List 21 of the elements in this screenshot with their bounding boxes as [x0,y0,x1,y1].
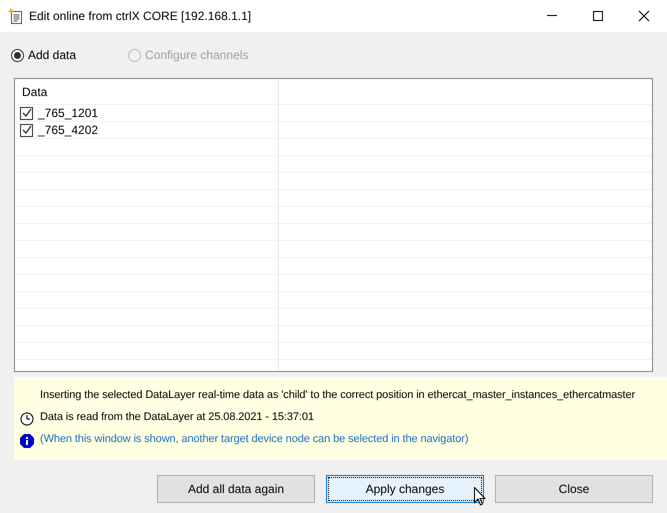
mouse-cursor-icon [474,487,486,506]
radio-label: Configure channels [145,47,248,64]
message-text: Inserting the selected DataLayer real-time data as 'child' to the correct position in ethercat_master_instances_ethercatmaster [40,388,636,404]
clock-icon [20,410,34,424]
info-icon [20,432,34,446]
checkbox[interactable] [20,106,33,120]
window-title: Edit online from ctrlX CORE [192.168.1.1] [29,8,252,25]
message-text: (When this window is shown, another target device node can be selected in the navigator) [40,432,468,448]
radio-label: Add data [28,47,76,64]
message-text: Data is read from the DataLayer at 25.08.2021 - 15:37:01 [40,410,314,426]
dialog-button[interactable]: Apply changes [326,475,484,503]
maximize-icon [592,10,604,22]
checkbox[interactable] [20,124,33,136]
table-cell-text: _765_4202 [38,122,98,139]
window-icon [8,8,24,24]
radio-button[interactable] [11,48,24,62]
close-icon [638,10,650,22]
table-cell-text: _765_1201 [38,105,98,122]
dialog-button[interactable]: Close [495,475,653,503]
column-header: Data [22,84,48,100]
dialog-button[interactable]: Add all data again [157,475,315,503]
